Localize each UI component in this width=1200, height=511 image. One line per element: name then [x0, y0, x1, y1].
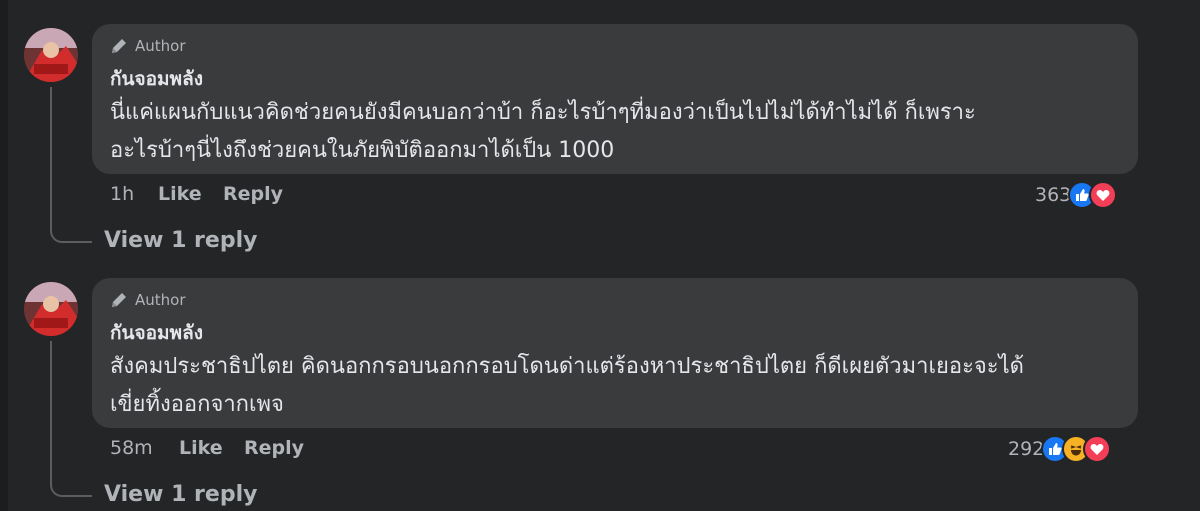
comment-text: นี่แค่แผนกับแนวคิดช่วยคนยังมีคนบอกว่าบ้า… [110, 94, 1110, 170]
comment-text: สังคมประชาธิปไตย คิดนอกกรอบนอกกรอบโดนด่า… [110, 348, 1110, 424]
reaction-count: 292 [1008, 438, 1045, 460]
comment-thread: Author กันจอมพลัง นี่แค่แผนกับแนวคิดช่วย… [0, 0, 1200, 255]
like-button[interactable]: Like [158, 183, 223, 205]
view-replies-link[interactable]: View 1 reply [104, 482, 257, 507]
commenter-name[interactable]: กันจอมพลัง [110, 318, 203, 348]
reply-button[interactable]: Reply [244, 437, 314, 459]
comment-timestamp[interactable]: 1h [110, 183, 158, 205]
thread-connector-line [50, 87, 92, 243]
thread-connector-line [50, 341, 92, 497]
comment-text-line: เขี่ยทิ้งออกจากเพจ [110, 392, 284, 417]
reactions-summary[interactable]: 292 [1008, 435, 1112, 463]
author-badge-label: Author [135, 291, 186, 309]
comment-thread: Author กันจอมพลัง สังคมประชาธิปไตย คิดนอ… [0, 254, 1200, 509]
comment-text-line: นี่แค่แผนกับแนวคิดช่วยคนยังมีคนบอกว่าบ้า… [110, 100, 976, 125]
pencil-icon [110, 291, 130, 309]
pencil-icon [110, 37, 130, 55]
love-icon [1083, 435, 1112, 463]
reaction-count: 363 [1035, 184, 1072, 206]
view-replies-link[interactable]: View 1 reply [104, 228, 257, 253]
comments-page: Author กันจอมพลัง นี่แค่แผนกับแนวคิดช่วย… [0, 0, 1200, 511]
comment-bubble: Author กันจอมพลัง สังคมประชาธิปไตย คิดนอ… [92, 278, 1138, 428]
like-button[interactable]: Like [179, 437, 244, 459]
reply-button[interactable]: Reply [223, 183, 293, 205]
avatar[interactable] [24, 28, 78, 82]
love-icon [1089, 181, 1118, 209]
author-badge: Author [110, 37, 186, 55]
comment-text-line: อะไรบ้าๆนี่ไงถึงช่วยคนในภัยพิบัติออกมาได… [110, 138, 615, 163]
commenter-name[interactable]: กันจอมพลัง [110, 64, 203, 94]
author-badge-label: Author [135, 37, 186, 55]
comment-text-line: สังคมประชาธิปไตย คิดนอกกรอบนอกกรอบโดนด่า… [110, 354, 1024, 379]
reactions-summary[interactable]: 363 [1035, 181, 1118, 209]
comment-timestamp[interactable]: 58m [110, 437, 179, 459]
avatar[interactable] [24, 282, 78, 336]
author-badge: Author [110, 291, 186, 309]
comment-actions: 58m Like Reply [110, 437, 314, 459]
comment-actions: 1h Like Reply [110, 183, 293, 205]
comment-bubble: Author กันจอมพลัง นี่แค่แผนกับแนวคิดช่วย… [92, 24, 1138, 174]
